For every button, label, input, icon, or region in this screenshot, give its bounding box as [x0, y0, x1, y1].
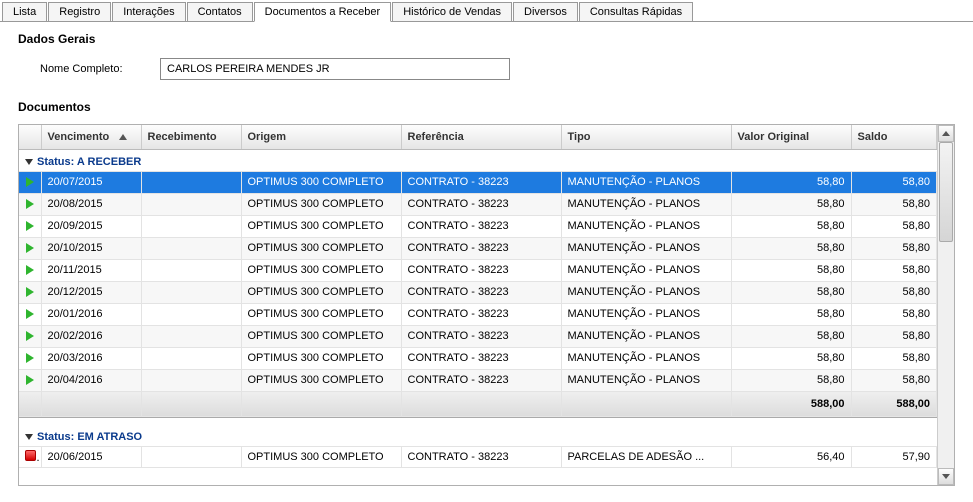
grid-header-row: Vencimento Recebimento Origem Referência…	[19, 125, 937, 149]
tab-contatos[interactable]: Contatos	[187, 2, 253, 21]
table-row[interactable]: 20/07/2015OPTIMUS 300 COMPLETOCONTRATO -…	[19, 171, 937, 193]
label-fullname: Nome Completo:	[40, 63, 160, 75]
arrow-right-icon	[26, 331, 34, 341]
arrow-right-icon	[26, 221, 34, 231]
group-label: Status: EM ATRASO	[37, 431, 142, 443]
collapse-icon	[25, 159, 33, 165]
scroll-up-button[interactable]	[938, 125, 954, 142]
fullname-input[interactable]	[160, 58, 510, 80]
arrow-right-icon	[26, 199, 34, 209]
col-icon-header[interactable]	[19, 125, 41, 149]
col-orig-header[interactable]: Origem	[241, 125, 401, 149]
col-ref-header[interactable]: Referência	[401, 125, 561, 149]
vertical-scrollbar[interactable]	[937, 125, 954, 485]
tab-diversos[interactable]: Diversos	[513, 2, 578, 21]
arrow-right-icon	[26, 265, 34, 275]
section-docs-title: Documentos	[0, 90, 973, 120]
form-row-fullname: Nome Completo:	[0, 52, 973, 90]
group-header[interactable]: Status: A RECEBER	[19, 149, 937, 171]
table-row[interactable]: 20/02/2016OPTIMUS 300 COMPLETOCONTRATO -…	[19, 325, 937, 347]
arrow-right-icon	[26, 375, 34, 385]
arrow-right-icon	[26, 243, 34, 253]
chevron-down-icon	[942, 474, 950, 479]
documents-grid: Vencimento Recebimento Origem Referência…	[18, 124, 955, 486]
arrow-right-icon	[26, 353, 34, 363]
tab-consultas-rápidas[interactable]: Consultas Rápidas	[579, 2, 693, 21]
table-row[interactable]: 20/03/2016OPTIMUS 300 COMPLETOCONTRATO -…	[19, 347, 937, 369]
tab-registro[interactable]: Registro	[48, 2, 111, 21]
table-row[interactable]: 20/01/2016OPTIMUS 300 COMPLETOCONTRATO -…	[19, 303, 937, 325]
table-row[interactable]: 20/08/2015OPTIMUS 300 COMPLETOCONTRATO -…	[19, 193, 937, 215]
arrow-right-icon	[26, 309, 34, 319]
table-row[interactable]: 20/10/2015OPTIMUS 300 COMPLETOCONTRATO -…	[19, 237, 937, 259]
col-receb-header[interactable]: Recebimento	[141, 125, 241, 149]
scroll-down-button[interactable]	[938, 468, 954, 485]
scroll-thumb[interactable]	[939, 142, 953, 242]
chevron-up-icon	[942, 131, 950, 136]
alert-icon	[25, 450, 36, 461]
table-row[interactable]: 20/12/2015OPTIMUS 300 COMPLETOCONTRATO -…	[19, 281, 937, 303]
col-valor-header[interactable]: Valor Original	[731, 125, 851, 149]
table-row[interactable]: 20/04/2016OPTIMUS 300 COMPLETOCONTRATO -…	[19, 369, 937, 391]
table-row[interactable]: 20/06/2015OPTIMUS 300 COMPLETOCONTRATO -…	[19, 447, 937, 468]
arrow-right-icon	[26, 177, 34, 187]
group-label: Status: A RECEBER	[37, 156, 141, 168]
col-tipo-header[interactable]: Tipo	[561, 125, 731, 149]
tab-documentos-a-receber[interactable]: Documentos a Receber	[254, 2, 392, 22]
section-general-title: Dados Gerais	[0, 22, 973, 52]
col-saldo-header[interactable]: Saldo	[851, 125, 937, 149]
tab-histórico-de-vendas[interactable]: Histórico de Vendas	[392, 2, 512, 21]
collapse-icon	[25, 434, 33, 440]
group-header[interactable]: Status: EM ATRASO	[19, 425, 937, 447]
group-totals: 588,00588,00	[19, 391, 937, 417]
tab-interações[interactable]: Interações	[112, 2, 185, 21]
tab-lista[interactable]: Lista	[2, 2, 47, 21]
sort-asc-icon	[119, 134, 127, 140]
col-venc-header[interactable]: Vencimento	[41, 125, 141, 149]
arrow-right-icon	[26, 287, 34, 297]
tab-bar: ListaRegistroInteraçõesContatosDocumento…	[0, 0, 973, 22]
table-row[interactable]: 20/09/2015OPTIMUS 300 COMPLETOCONTRATO -…	[19, 215, 937, 237]
table-row[interactable]: 20/11/2015OPTIMUS 300 COMPLETOCONTRATO -…	[19, 259, 937, 281]
